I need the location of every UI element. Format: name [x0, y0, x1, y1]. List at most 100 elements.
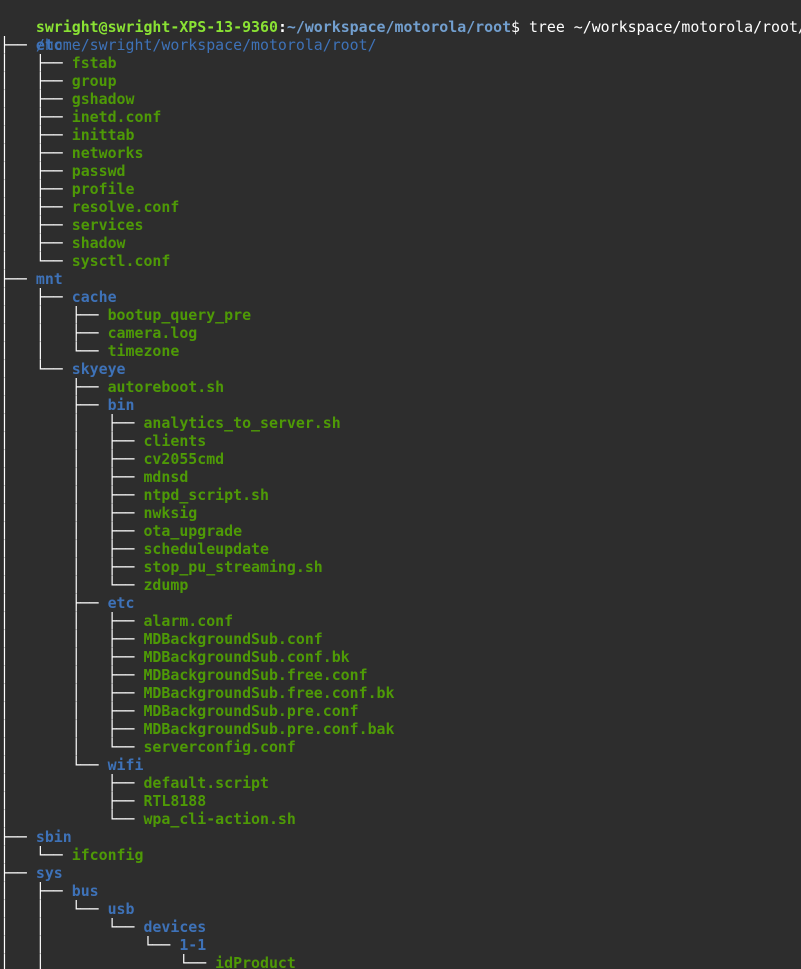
tree-line: │ ├── group	[0, 72, 117, 90]
tree-guide: ├──	[0, 270, 36, 288]
tree-line: │ ├── gshadow	[0, 90, 135, 108]
tree-guide: │ │ └──	[0, 936, 180, 954]
file-name: mdnsd	[143, 468, 189, 486]
tree-guide: │ ├──	[0, 198, 72, 216]
tree-line: │ ├── RTL8188	[0, 792, 206, 810]
file-name: bootup_query_pre	[107, 306, 252, 324]
tree-line: │ │ └── timezone	[0, 342, 179, 360]
file-name: nwksig	[143, 504, 198, 522]
file-name: autoreboot.sh	[107, 378, 225, 396]
file-name: shadow	[71, 234, 126, 252]
file-name: passwd	[71, 162, 126, 180]
tree-guide: │ │ ├──	[0, 432, 144, 450]
tree-guide: │ │ ├──	[0, 504, 144, 522]
tree-line: ├── mnt	[0, 270, 63, 288]
directory-name: skyeye	[71, 360, 126, 378]
file-name: alarm.conf	[143, 612, 234, 630]
tree-line: │ │ ├── analytics_to_server.sh	[0, 414, 341, 432]
tree-guide: │ │ └──	[0, 738, 144, 756]
tree-guide: ├──	[0, 864, 36, 882]
tree-line: │ │ ├── MDBackgroundSub.pre.conf.bak	[0, 720, 394, 738]
tree-line: │ │ └── devices	[0, 918, 206, 936]
tree-guide: │ └──	[0, 810, 144, 828]
tree-line: │ ├── fstab	[0, 54, 117, 72]
tree-line: ├── etc	[0, 36, 63, 54]
directory-name: mnt	[35, 270, 63, 288]
tree-line: │ ├── services	[0, 216, 143, 234]
file-name: MDBackgroundSub.free.conf.bk	[143, 684, 395, 702]
tree-line: │ ├── cache	[0, 288, 117, 306]
directory-name: usb	[107, 900, 135, 918]
tree-guide: │ ├──	[0, 288, 72, 306]
terminal-window[interactable]: swright@swright-XPS-13-9360:~/workspace/…	[0, 0, 801, 969]
tree-guide: │ │ └──	[0, 918, 144, 936]
directory-name: sbin	[35, 828, 72, 846]
file-name: ota_upgrade	[143, 522, 243, 540]
file-name: inittab	[71, 126, 135, 144]
tree-guide: │ ├──	[0, 234, 72, 252]
tree-line: │ ├── bus	[0, 882, 99, 900]
file-name: clients	[143, 432, 207, 450]
tree-root-path: /home/swright/workspace/motorola/root/	[35, 36, 377, 54]
command-text: tree ~/workspace/motorola/root/	[520, 18, 801, 36]
file-name: gshadow	[71, 90, 135, 108]
tree-line: │ ├── resolve.conf	[0, 198, 179, 216]
tree-line: │ └── wifi	[0, 756, 143, 774]
file-name: timezone	[107, 342, 180, 360]
tree-guide: │ ├──	[0, 882, 72, 900]
prompt-dollar: $	[511, 18, 520, 36]
tree-root-line: /home/swright/workspace/motorola/root/	[0, 18, 377, 54]
tree-guide: │ ├──	[0, 162, 72, 180]
tree-guide: │ ├──	[0, 72, 72, 90]
tree-guide: │ └──	[0, 360, 72, 378]
directory-name: sys	[35, 864, 63, 882]
tree-line: │ │ └── idProduct	[0, 954, 296, 969]
tree-line: │ │ ├── clients	[0, 432, 206, 450]
file-name: stop_pu_streaming.sh	[143, 558, 323, 576]
file-name: MDBackgroundSub.pre.conf.bak	[143, 720, 395, 738]
tree-line: │ ├── autoreboot.sh	[0, 378, 224, 396]
tree-guide: │ ├──	[0, 378, 108, 396]
file-name: MDBackgroundSub.free.conf	[143, 666, 368, 684]
tree-guide: │ │ ├──	[0, 324, 108, 342]
tree-line: │ ├── default.script	[0, 774, 269, 792]
tree-line: │ │ ├── alarm.conf	[0, 612, 233, 630]
tree-line: │ │ ├── stop_pu_streaming.sh	[0, 558, 323, 576]
tree-line: │ │ ├── MDBackgroundSub.pre.conf	[0, 702, 359, 720]
tree-line: ├── sys	[0, 864, 63, 882]
tree-guide: │ ├──	[0, 594, 108, 612]
tree-guide: │ │ └──	[0, 342, 108, 360]
tree-line: │ │ └── 1-1	[0, 936, 206, 954]
tree-line: │ │ ├── ota_upgrade	[0, 522, 242, 540]
tree-line: │ │ ├── scheduleupdate	[0, 540, 269, 558]
tree-line: │ ├── networks	[0, 144, 143, 162]
tree-guide: │ ├──	[0, 774, 144, 792]
tree-guide: │ ├──	[0, 216, 72, 234]
file-name: sysctl.conf	[71, 252, 171, 270]
file-name: camera.log	[107, 324, 198, 342]
tree-guide: ├──	[0, 36, 36, 54]
tree-guide: │ ├──	[0, 144, 72, 162]
directory-name: etc	[107, 594, 135, 612]
file-name: inetd.conf	[71, 108, 162, 126]
tree-line: │ │ └── serverconfig.conf	[0, 738, 296, 756]
tree-line: │ │ ├── camera.log	[0, 324, 197, 342]
file-name: scheduleupdate	[143, 540, 269, 558]
file-name: group	[71, 72, 117, 90]
file-name: ifconfig	[71, 846, 144, 864]
tree-guide: │ │ ├──	[0, 666, 144, 684]
tree-guide: │ │ └──	[0, 954, 216, 969]
file-name: RTL8188	[143, 792, 207, 810]
directory-name: cache	[71, 288, 117, 306]
file-name: MDBackgroundSub.conf.bk	[143, 648, 350, 666]
directory-name: etc	[35, 36, 63, 54]
tree-guide: │ └──	[0, 846, 72, 864]
tree-line: │ │ ├── nwksig	[0, 504, 197, 522]
tree-guide: │ │ ├──	[0, 648, 144, 666]
tree-line: │ ├── passwd	[0, 162, 126, 180]
tree-guide: │ │ ├──	[0, 702, 144, 720]
tree-line: │ ├── bin	[0, 396, 135, 414]
tree-guide: │ ├──	[0, 126, 72, 144]
file-name: MDBackgroundSub.pre.conf	[143, 702, 359, 720]
tree-line: │ │ └── zdump	[0, 576, 188, 594]
